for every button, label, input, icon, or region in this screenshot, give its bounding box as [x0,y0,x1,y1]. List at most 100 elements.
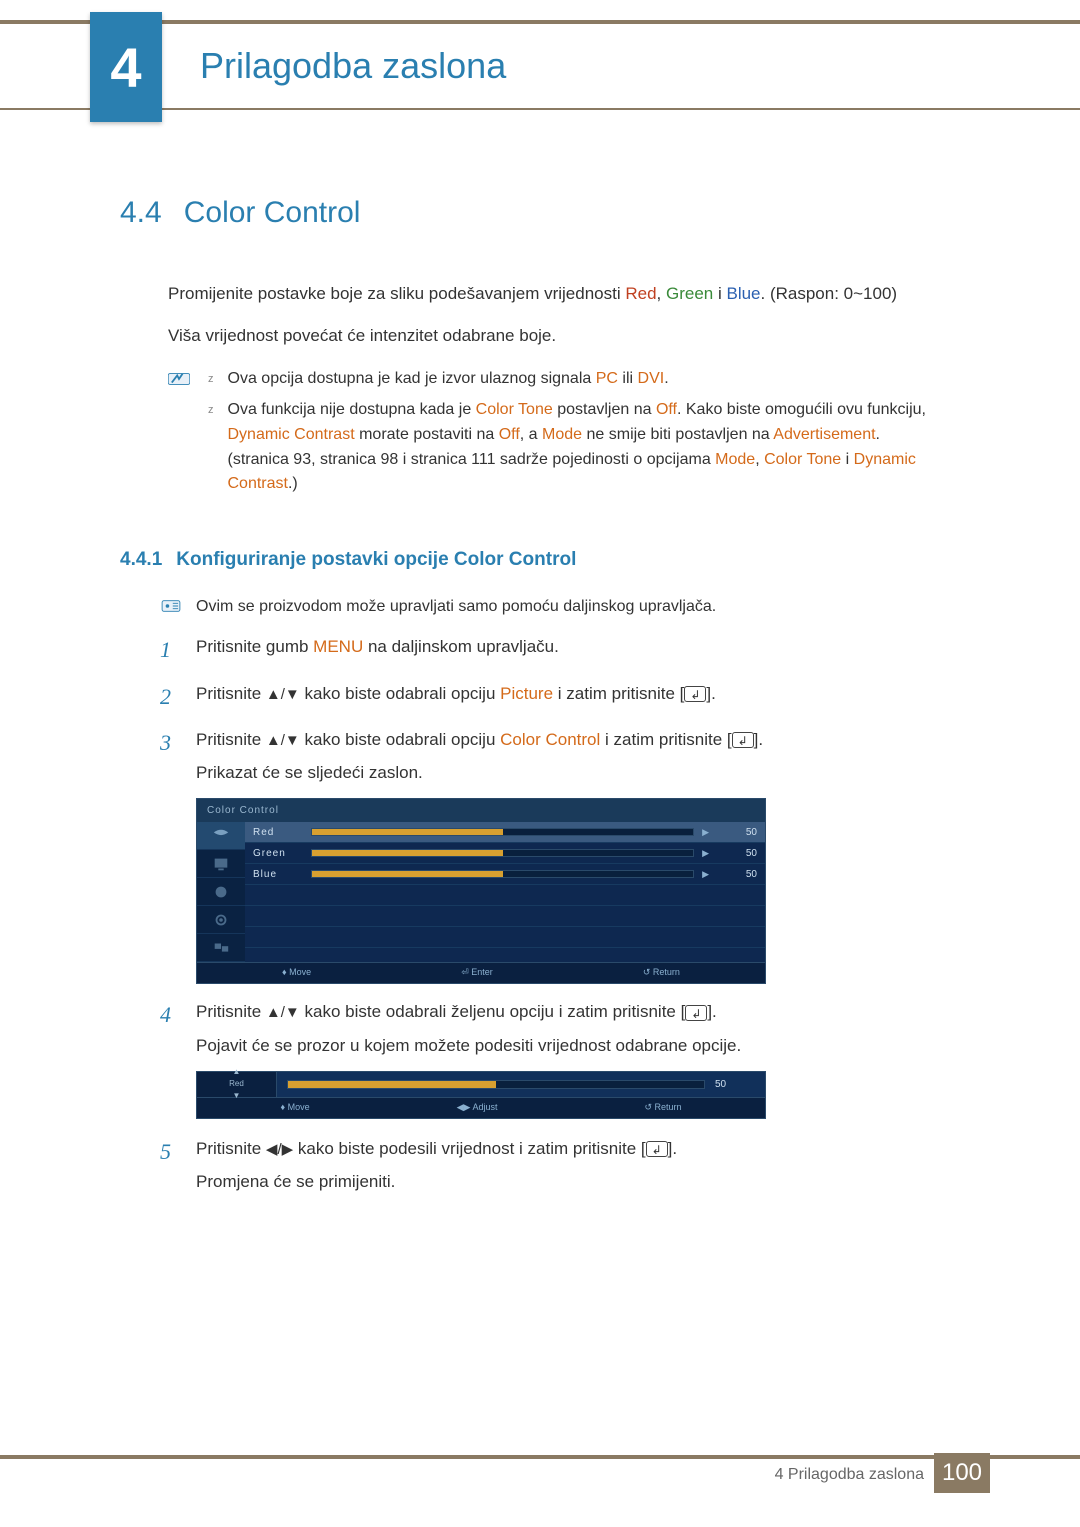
text: kako biste podesili vrijednost i zatim p… [293,1139,645,1158]
osd-sidebar [197,822,245,962]
up-down-arrows-icon: ▲/▼ [266,686,300,703]
slider-footer: ♦ Move ◀▶ Adjust ↺ Return [197,1098,765,1118]
text: ]. [668,1139,677,1158]
page-footer: 4 Prilagodba zaslona 100 [0,1455,1080,1491]
intro-paragraph-1: Promijenite postavke boje za sliku podeš… [168,281,990,307]
adjust-label: Adjust [472,1102,497,1112]
osd-row: Blue ▶ 50 [245,864,765,885]
osd-value: 50 [717,846,757,862]
advertisement-label: Advertisement [773,426,875,443]
text: kako biste odabrali opciju [300,730,500,749]
text: Pritisnite [196,730,266,749]
slider-nav: ▲ Red ▼ [197,1072,277,1097]
up-down-arrows-icon: ▲/▼ [266,1004,300,1021]
color-control-label: Color Control [500,730,600,749]
note-item: z Ova funkcija nije dostupna kada je Col… [208,398,990,497]
osd-value: 50 [717,867,757,883]
text: , [755,451,764,468]
return-label: Return [653,967,680,977]
osd-main: Red ▶ 50 Green ▶ 50 Blue ▶ 50 [245,822,765,962]
text: Pritisnite [196,684,266,703]
text: Pritisnite gumb [196,637,313,656]
osd-tab-multi-icon [197,934,245,962]
remote-icon [160,598,182,614]
text: morate postaviti na [355,426,499,443]
osd-row: Green ▶ 50 [245,843,765,864]
step-number: 3 [160,726,178,760]
note-item: z Ova opcija dostupna je kad je izvor ul… [208,367,990,392]
slider-bar [287,1080,705,1089]
osd-value: 50 [717,825,757,841]
enter-icon [684,686,706,702]
up-arrow-icon: ▲ [233,1066,241,1078]
step-4: 4 Pritisnite ▲/▼ kako biste odabrali žel… [160,998,990,1058]
info-row: Ovim se proizvodom može upravljati samo … [160,595,990,620]
step-number: 5 [160,1135,178,1169]
slider-label: Red [229,1078,244,1090]
osd-row-label: Red [253,825,303,841]
text: postavljen na [553,401,656,418]
text: . (Raspon: 0~100) [761,284,898,303]
text: i zatim pritisnite [ [600,730,731,749]
mode-label: Mode [542,426,582,443]
enter-label: Enter [471,967,493,977]
text: . [664,370,668,387]
green-label: Green [666,284,713,303]
text: , a [520,426,542,443]
blue-label: Blue [726,284,760,303]
text: kako biste odabrali željenu opciju i zat… [300,1002,686,1021]
osd-title: Color Control [197,799,765,823]
page-content: 4.4 Color Control Promijenite postavke b… [0,110,1080,1195]
return-label: Return [654,1102,681,1112]
osd-row-empty [245,885,765,906]
bullet-icon: z [208,371,214,392]
menu-label: MENU [313,637,363,656]
osd-bar [311,849,694,857]
step-1: 1 Pritisnite gumb MENU na daljinskom upr… [160,633,990,667]
step-5: 5 Pritisnite ◀/▶ kako biste podesili vri… [160,1135,990,1195]
osd-slider-panel: ▲ Red ▼ 50 ♦ Move ◀▶ Adjust ↺ Return [196,1071,766,1119]
pc-label: PC [596,370,618,387]
dynamic-contrast-label: Dynamic Contrast [228,426,355,443]
text: Pritisnite [196,1002,266,1021]
note-icon [168,370,190,388]
color-tone-label: Color Tone [764,451,841,468]
text: i zatim pritisnite [ [553,684,684,703]
left-right-arrows-icon: ◀/▶ [266,1141,293,1158]
subsection-number: 4.4.1 [120,545,162,574]
text: kako biste odabrali opciju [300,684,500,703]
dvi-label: DVI [638,370,665,387]
right-arrow-icon: ▶ [702,868,709,882]
section-title: Color Control [184,190,361,237]
color-tone-label: Color Tone [476,401,553,418]
text: ili [618,370,638,387]
right-arrow-icon: ▶ [702,847,709,861]
text: ]. [706,684,715,703]
off-label: Off [499,426,520,443]
step-number: 2 [160,680,178,714]
enter-icon [732,732,754,748]
osd-row-label: Blue [253,867,303,883]
note-block: z Ova opcija dostupna je kad je izvor ul… [168,367,990,503]
enter-icon [646,1141,668,1157]
osd-row-label: Green [253,846,303,862]
right-arrow-icon: ▶ [702,826,709,840]
mode-label: Mode [715,451,755,468]
osd-row-empty [245,927,765,948]
text: .) [288,475,298,492]
up-down-arrows-icon: ▲/▼ [266,732,300,749]
osd-tab-setup-icon [197,906,245,934]
text: Promijenite postavke boje za sliku podeš… [168,284,625,303]
picture-label: Picture [500,684,553,703]
intro-paragraph-2: Viša vrijednost povećat će intenzitet od… [168,323,990,349]
chapter-title: Prilagodba zaslona [200,45,506,87]
step-number: 4 [160,998,178,1032]
move-label: Move [288,1102,310,1112]
step-2: 2 Pritisnite ▲/▼ kako biste odabrali opc… [160,680,990,714]
osd-tab-screen-icon [197,850,245,878]
move-label: Move [289,967,311,977]
text: Ova funkcija nije dostupna kada je [228,401,476,418]
osd-bar [311,828,694,836]
info-text: Ovim se proizvodom može upravljati samo … [196,595,716,620]
slider-value: 50 [715,1077,755,1093]
